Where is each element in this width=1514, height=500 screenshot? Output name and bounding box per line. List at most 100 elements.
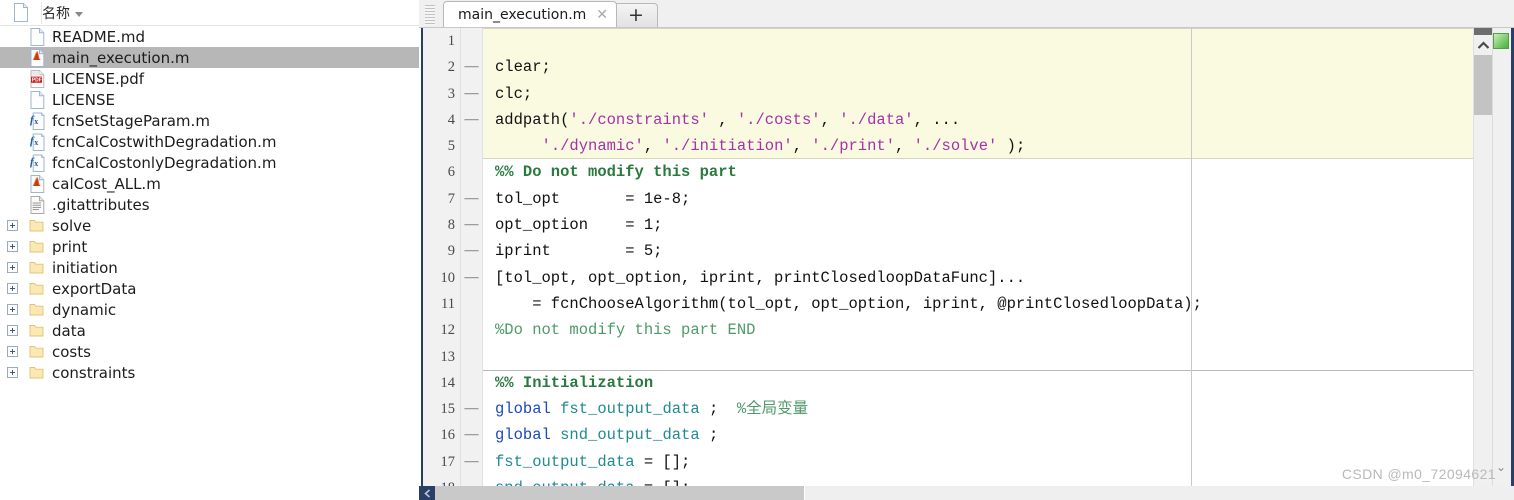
expand-plus-box[interactable] — [6, 367, 18, 378]
code-line[interactable]: tol_opt = 1e-8; — [483, 186, 1473, 212]
breakpoint-marker[interactable]: — — [461, 422, 482, 448]
code-token: tol_opt = 1e-8; — [495, 189, 691, 208]
blank-document-icon — [30, 90, 45, 109]
status-square-indicator[interactable] — [1493, 33, 1509, 49]
expand-plus-box[interactable] — [6, 346, 18, 357]
breakpoint-marker[interactable]: — — [461, 238, 482, 264]
expand-plus-box[interactable] — [6, 241, 18, 252]
expand-plus-box[interactable] — [6, 325, 18, 336]
breakpoint-marker[interactable] — [461, 159, 482, 185]
scrollbar-left-arrow[interactable] — [419, 486, 435, 500]
file-name-label: costs — [52, 342, 91, 361]
expand-plus-box[interactable] — [6, 262, 18, 273]
code-line[interactable]: './dynamic', './initiation', './print', … — [483, 133, 1473, 160]
breakpoint-marker-column[interactable]: ——————————— — [461, 28, 483, 500]
code-line[interactable]: %Do not modify this part END — [483, 317, 1473, 343]
code-token: %% Initialization — [495, 373, 654, 392]
breakpoint-marker[interactable]: — — [461, 81, 482, 107]
code-token: './print' — [811, 137, 896, 156]
code-line[interactable]: clear; — [483, 54, 1473, 81]
folder-row[interactable]: solve — [0, 215, 419, 236]
file-row[interactable]: README.md — [0, 26, 419, 47]
column-header-name[interactable]: 名称 — [42, 3, 83, 23]
vertical-scrollbar[interactable] — [1473, 28, 1493, 500]
code-line[interactable]: clc; — [483, 80, 1473, 107]
chevron-up-icon[interactable] — [1474, 35, 1492, 55]
expand-plus-icon[interactable] — [0, 325, 24, 336]
breakpoint-marker[interactable]: — — [461, 265, 482, 291]
file-row[interactable]: f x fcnCalCostwithDegradation.m — [0, 131, 419, 152]
breakpoint-marker[interactable] — [461, 370, 482, 396]
breakpoint-marker[interactable] — [461, 291, 482, 317]
chevron-down-icon[interactable]: ⌄ — [1496, 460, 1506, 474]
breakpoint-marker[interactable]: — — [461, 212, 482, 238]
folder-row[interactable]: constraints — [0, 362, 419, 383]
file-row[interactable]: LICENSE — [0, 89, 419, 110]
breakpoint-marker[interactable]: — — [461, 107, 482, 133]
breakpoint-marker[interactable] — [461, 28, 482, 54]
folder-row[interactable]: costs — [0, 341, 419, 362]
folder-row[interactable]: initiation — [0, 257, 419, 278]
new-tab-button[interactable]: + — [614, 3, 658, 27]
expand-plus-box[interactable] — [6, 283, 18, 294]
file-row[interactable]: PDF LICENSE.pdf — [0, 68, 419, 89]
code-line[interactable]: global snd_output_data ; — [483, 422, 1473, 448]
code-token: global — [495, 426, 551, 445]
folder-row[interactable]: print — [0, 236, 419, 257]
expand-plus-icon[interactable] — [0, 220, 24, 231]
expand-plus-icon[interactable] — [0, 304, 24, 315]
code-line[interactable]: global fst_output_data ; %全局变量 — [483, 396, 1473, 422]
code-line[interactable]: iprint = 5; — [483, 238, 1473, 264]
horizontal-scrollbar[interactable] — [419, 486, 1514, 500]
file-row[interactable]: calCost_ALL.m — [0, 173, 419, 194]
code-line[interactable]: %% Initialization — [483, 369, 1473, 396]
code-token: global — [495, 400, 551, 419]
file-row[interactable]: main_execution.m — [0, 47, 419, 68]
file-row[interactable]: f x fcnSetStageParam.m — [0, 110, 419, 131]
folder-row[interactable]: dynamic — [0, 299, 419, 320]
expand-plus-icon[interactable] — [0, 283, 24, 294]
expand-plus-icon[interactable] — [0, 262, 24, 273]
expand-plus-icon[interactable] — [0, 346, 24, 357]
file-row[interactable]: .gitattributes — [0, 194, 419, 215]
breakpoint-marker[interactable] — [461, 317, 482, 343]
tab-main-execution[interactable]: main_execution.m ✕ — [443, 1, 618, 27]
expand-plus-icon[interactable] — [0, 367, 24, 378]
code-line[interactable] — [483, 28, 1473, 55]
breakpoint-marker[interactable] — [461, 344, 482, 370]
expand-plus-box[interactable] — [6, 220, 18, 231]
vertical-scrollbar-thumb[interactable] — [1474, 55, 1493, 115]
code-line[interactable]: addpath('./constraints' , './costs', './… — [483, 106, 1473, 134]
file-name-label: data — [52, 321, 86, 340]
expand-plus-box[interactable] — [6, 304, 18, 315]
breakpoint-marker[interactable]: — — [461, 449, 482, 475]
code-line[interactable] — [483, 344, 1473, 370]
breakpoint-marker[interactable]: — — [461, 186, 482, 212]
code-line[interactable]: fst_output_data = []; — [483, 449, 1473, 475]
sort-caret-down-icon[interactable] — [75, 11, 83, 17]
folder-row[interactable]: data — [0, 320, 419, 341]
expand-plus-icon[interactable] — [0, 241, 24, 252]
breakpoint-marker[interactable]: — — [461, 54, 482, 80]
folder-icon — [29, 239, 45, 254]
horizontal-scrollbar-track[interactable] — [805, 486, 1514, 500]
code-line[interactable]: opt_option = 1; — [483, 212, 1473, 238]
horizontal-scrollbar-thumb[interactable] — [435, 486, 805, 500]
code-line[interactable]: = fcnChooseAlgorithm(tol_opt, opt_option… — [483, 291, 1473, 317]
breakpoint-marker[interactable] — [461, 133, 482, 159]
code-text-column[interactable]: clear; clc; addpath('./constraints' , './c… — [483, 28, 1473, 500]
code-lines: clear; clc; addpath('./constraints' , './c… — [483, 28, 1473, 500]
close-icon[interactable]: ✕ — [596, 8, 608, 22]
code-line[interactable]: %% Do not modify this part — [483, 159, 1473, 185]
tab-label: main_execution.m — [458, 6, 587, 23]
code-line[interactable]: [tol_opt, opt_option, iprint, printClose… — [483, 265, 1473, 291]
tab-bar-grip-handle[interactable] — [425, 5, 435, 25]
line-number: 5 — [447, 138, 455, 155]
code-token: ; — [699, 426, 719, 445]
folder-row[interactable]: exportData — [0, 278, 419, 299]
breakpoint-marker[interactable]: — — [461, 396, 482, 422]
code-token: './costs' — [736, 110, 821, 129]
file-row[interactable]: f x fcnCalCostonlyDegradation.m — [0, 152, 419, 173]
